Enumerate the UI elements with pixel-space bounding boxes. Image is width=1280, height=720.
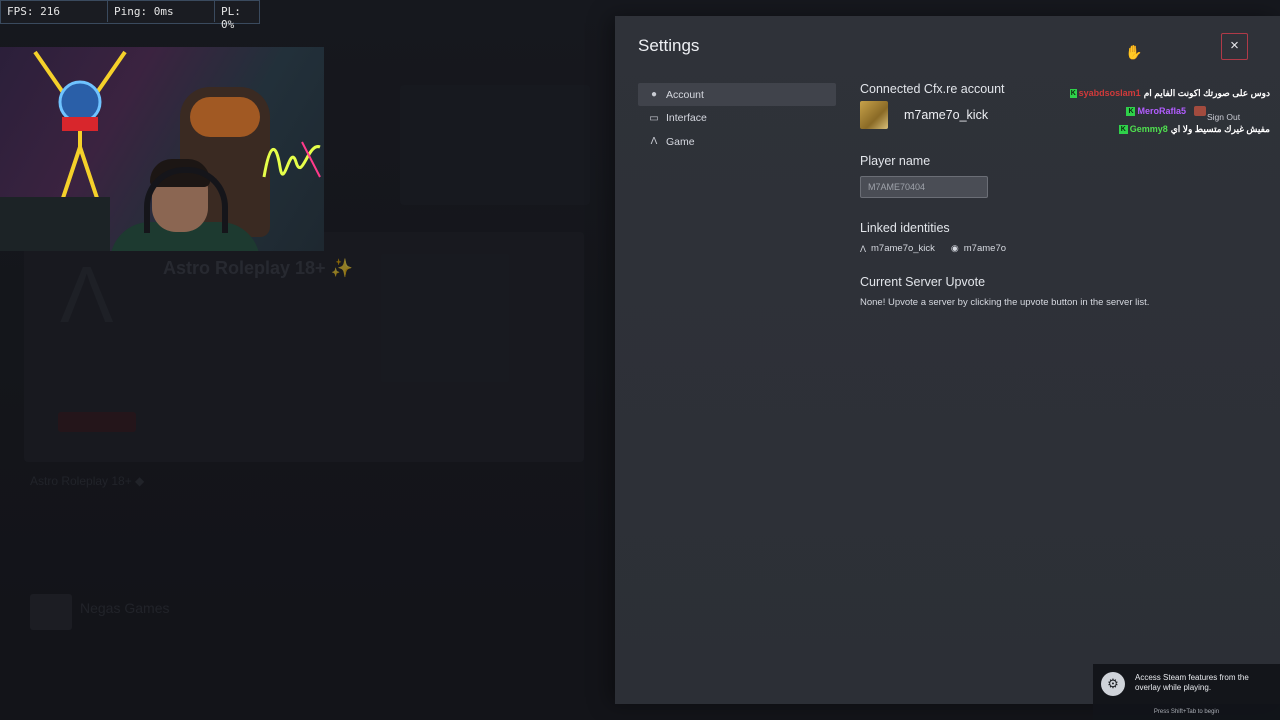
close-button[interactable]: × <box>1221 33 1248 60</box>
linked-identity-name: m7ame7o <box>963 243 1007 254</box>
chat-text: مفيش غيرك متسيط ولا اي <box>1170 124 1270 134</box>
emote-icon <box>1194 106 1206 116</box>
fivem-icon: Λ <box>860 243 867 254</box>
steam-message: Access Steam features from the overlay w… <box>1135 673 1249 692</box>
settings-title: Settings <box>638 36 700 55</box>
stats-bar: FPS: 216 Ping: 0ms PL: 0% <box>0 0 260 31</box>
player-name-field[interactable] <box>860 176 988 198</box>
ping-counter: Ping: 0ms <box>108 1 215 22</box>
chat-message: K MeroRafla5 <box>1070 102 1270 120</box>
linked-identities-title: Linked identities <box>860 221 950 235</box>
connected-account: m7ame7o_kick <box>860 101 988 129</box>
steam-icon: ⚙ <box>1101 672 1125 696</box>
nav-item-game[interactable]: Λ Game <box>638 130 836 153</box>
monitor-icon: ▭ <box>649 112 659 124</box>
packet-loss-counter: PL: 0% <box>221 5 241 31</box>
fivem-icon: Λ <box>650 136 658 147</box>
player-name-title: Player name <box>860 154 931 168</box>
nav-item-interface[interactable]: ▭ Interface <box>638 107 836 130</box>
linked-identity-discord: ◉ m7ame7o <box>951 243 1006 254</box>
fps-counter: FPS: 216 <box>1 1 108 22</box>
neon-squiggle <box>262 141 321 178</box>
user-icon: ● <box>650 89 658 100</box>
server-upvote-title: Current Server Upvote <box>860 275 986 289</box>
discord-icon: ◉ <box>950 243 959 253</box>
steam-hint: Press Shift+Tab to begin <box>1153 709 1220 715</box>
kick-icon: K <box>1070 88 1077 98</box>
chat-username: Gemmy8 <box>1129 124 1168 134</box>
close-icon: × <box>1230 37 1239 54</box>
nav-item-label: Game <box>666 135 695 148</box>
kick-icon: K <box>1126 106 1136 116</box>
linked-identity-cfx: Λ m7ame7o_kick <box>860 243 935 254</box>
headset <box>144 167 228 233</box>
nav-item-label: Interface <box>666 112 707 124</box>
linked-identities: Λ m7ame7o_kick ◉ m7ame7o <box>860 243 1022 254</box>
desk <box>0 197 110 251</box>
webcam-overlay <box>0 47 324 251</box>
chat-message: K syabdsoslam1 دوس على صورتك اكونت الفاي… <box>1070 84 1270 102</box>
settings-nav: ● Account ▭ Interface Λ Game <box>638 83 836 154</box>
account-username: m7ame7o_kick <box>904 108 989 122</box>
server-upvote-text: None! Upvote a server by clicking the up… <box>860 297 1150 308</box>
chat-message: K Gemmy8 مفيش غيرك متسيط ولا اي <box>1070 120 1270 138</box>
nav-item-account[interactable]: ● Account <box>638 83 836 106</box>
kick-icon: K <box>1118 124 1128 134</box>
chat-username: syabdsoslam1 <box>1078 88 1141 98</box>
chat-username: MeroRafla5 <box>1137 106 1186 116</box>
hand-cursor-icon: ✋ <box>1125 44 1143 60</box>
chat-text: دوس على صورتك اكونت الفايم ام <box>1143 88 1270 98</box>
avatar <box>860 101 888 129</box>
steam-notification: ⚙ Access Steam features from the overlay… <box>1093 664 1280 720</box>
chair-accent <box>190 97 260 137</box>
stream-chat-overlay: K syabdsoslam1 دوس على صورتك اكونت الفاي… <box>1070 84 1270 138</box>
nav-item-label: Account <box>666 88 704 101</box>
linked-identity-name: m7ame7o_kick <box>871 243 935 254</box>
